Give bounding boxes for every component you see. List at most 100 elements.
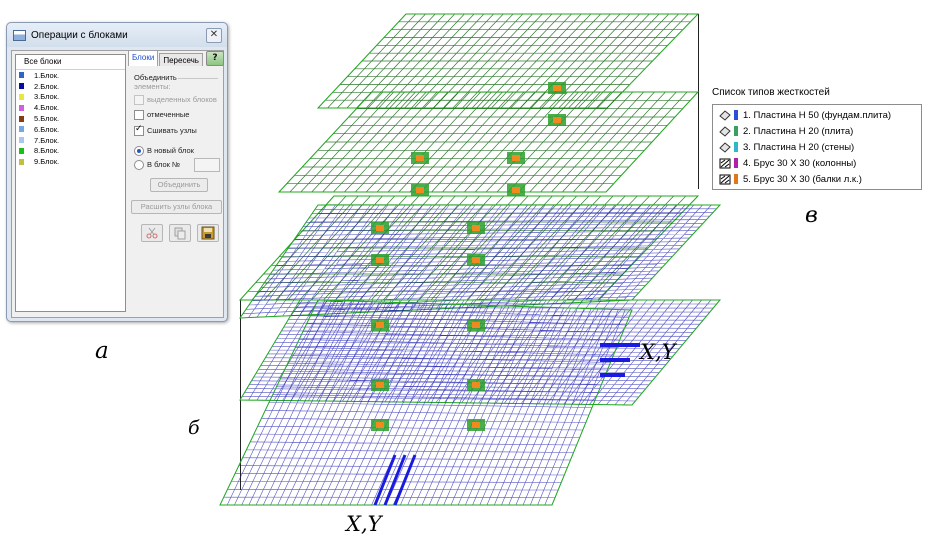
stiffness-color-swatch <box>734 126 738 136</box>
blocks-tab-panel: Объединить элементы: выделенных блоков о… <box>128 65 222 310</box>
list-header[interactable]: Все блоки <box>16 55 125 70</box>
xy-axis-label-bottom: X,Y <box>346 512 382 536</box>
caption-a: а <box>95 338 109 364</box>
column-core <box>472 422 480 428</box>
marked-label: отмеченные <box>147 110 190 119</box>
stiffness-type-label: 2. Пластина H 20 (плита) <box>743 125 854 137</box>
new-block-label: В новый блок <box>147 146 194 155</box>
block-color-swatch <box>19 93 24 100</box>
stiffness-color-swatch <box>734 142 738 152</box>
stiffness-list-title: Список типов жесткостей <box>712 87 830 98</box>
column-core <box>553 117 561 123</box>
stiffness-color-swatch <box>734 174 738 184</box>
close-button[interactable]: ✕ <box>206 28 222 43</box>
window-icon <box>13 29 26 41</box>
column-core <box>376 422 384 428</box>
block-label: 8.Блок. <box>34 146 60 156</box>
column-core <box>416 155 424 161</box>
block-label: 6.Блок. <box>34 124 60 134</box>
merge-button[interactable]: Объединить <box>150 178 208 192</box>
block-color-swatch <box>19 137 24 144</box>
block-list-item[interactable]: 3.Блок. <box>16 92 125 103</box>
block-list-item[interactable]: 9.Блок. <box>16 156 125 167</box>
block-label: 1.Блок. <box>34 70 60 80</box>
copy-icon <box>174 227 186 240</box>
group-divider <box>178 78 218 79</box>
marked-checkbox[interactable] <box>134 110 144 120</box>
block-number-radio[interactable] <box>134 160 144 170</box>
stiffness-type-item[interactable]: 1. Пластина H 50 (фундам.плита) <box>713 107 921 123</box>
block-list-item[interactable]: 7.Блок. <box>16 135 125 146</box>
block-operations-dialog: Операции с блоками ✕ Все блоки 1.Блок. 2.… <box>6 22 228 322</box>
block-label: 4.Блок. <box>34 103 60 113</box>
scissors-button[interactable] <box>141 224 163 242</box>
stiffness-type-label: 3. Пластина H 20 (стены) <box>743 141 855 153</box>
copy-button[interactable] <box>169 224 191 242</box>
block-color-swatch <box>19 147 24 154</box>
merge-label-line1: Объединить <box>134 73 177 82</box>
block-list-item[interactable]: 5.Блок. <box>16 113 125 124</box>
stiffness-type-item[interactable]: 5. Брус 30 X 30 (балки л.к.) <box>713 171 921 187</box>
block-color-swatch <box>19 104 24 111</box>
scissors-icon <box>146 227 158 239</box>
save-icon <box>201 226 215 240</box>
column-core <box>472 225 480 231</box>
block-color-swatch <box>19 158 24 165</box>
stiffness-type-label: 5. Брус 30 X 30 (балки л.к.) <box>743 173 862 185</box>
column-core <box>472 257 480 263</box>
block-color-swatch <box>19 115 24 122</box>
stiffness-type-item[interactable]: 3. Пластина H 20 (стены) <box>713 139 921 155</box>
frame-line <box>698 14 699 189</box>
column-core <box>376 322 384 328</box>
plate-icon <box>719 125 731 137</box>
block-list-item[interactable]: 2.Блок. <box>16 81 125 92</box>
stiffness-type-item[interactable]: 4. Брус 30 X 30 (колонны) <box>713 155 921 171</box>
selected-blocks-checkbox[interactable] <box>134 95 144 105</box>
block-label: 5.Блок. <box>34 114 60 124</box>
new-block-radio[interactable] <box>134 146 144 156</box>
stitch-nodes-label: Сшивать узлы <box>147 126 197 135</box>
block-list-item[interactable]: 6.Блок. <box>16 124 125 135</box>
column-core <box>376 257 384 263</box>
xy-axis-label-right: X,Y <box>640 340 676 364</box>
merge-label-line2: элементы: <box>134 82 171 91</box>
block-list-item[interactable]: 1.Блок. <box>16 70 125 81</box>
column-core <box>472 322 480 328</box>
column-core <box>376 382 384 388</box>
stiffness-type-item[interactable]: 2. Пластина H 20 (плита) <box>713 123 921 139</box>
save-button[interactable] <box>197 224 219 242</box>
block-label: 2.Блок. <box>34 81 60 91</box>
block-label: 7.Блок. <box>34 135 60 145</box>
mesh-floor-1 <box>278 91 699 193</box>
block-list-item[interactable]: 4.Блок. <box>16 102 125 113</box>
block-color-swatch <box>19 126 24 133</box>
tab-blocks[interactable]: Блоки <box>128 50 159 66</box>
tab-bar: Блоки Пересечь ? <box>128 50 224 66</box>
plate-icon <box>719 109 731 121</box>
block-color-swatch <box>19 83 24 90</box>
block-list-item[interactable]: 8.Блок. <box>16 146 125 157</box>
block-number-input[interactable] <box>194 158 220 172</box>
column-core <box>416 187 424 193</box>
stitch-nodes-checkbox[interactable] <box>134 124 144 136</box>
caption-v: в <box>805 203 818 228</box>
stiffness-type-label: 4. Брус 30 X 30 (колонны) <box>743 157 857 169</box>
block-label: 9.Блок. <box>34 157 60 167</box>
caption-b: б <box>188 417 200 439</box>
block-list[interactable]: Все блоки 1.Блок. 2.Блок. 3.Блок. 4.Блок. 5.… <box>15 54 126 312</box>
block-label: 3.Блок. <box>34 92 60 102</box>
column-core <box>376 225 384 231</box>
plate-icon <box>719 141 731 153</box>
help-button[interactable]: ? <box>205 51 224 66</box>
dialog-title: Операции с блоками <box>31 29 128 41</box>
dialog-titlebar[interactable]: Операции с блоками ✕ <box>7 23 227 47</box>
bar-icon <box>719 174 731 184</box>
selected-blocks-label: выделенных блоков <box>147 95 217 104</box>
split-nodes-button[interactable]: Расшить узлы блока <box>131 200 222 214</box>
column-core <box>512 187 520 193</box>
column-core <box>472 382 480 388</box>
stiffness-type-list[interactable]: 1. Пластина H 50 (фундам.плита) 2. Пласти… <box>712 104 922 190</box>
mesh-floor-0 <box>317 13 699 109</box>
stiffness-color-swatch <box>734 158 738 168</box>
bar-icon <box>719 158 731 168</box>
